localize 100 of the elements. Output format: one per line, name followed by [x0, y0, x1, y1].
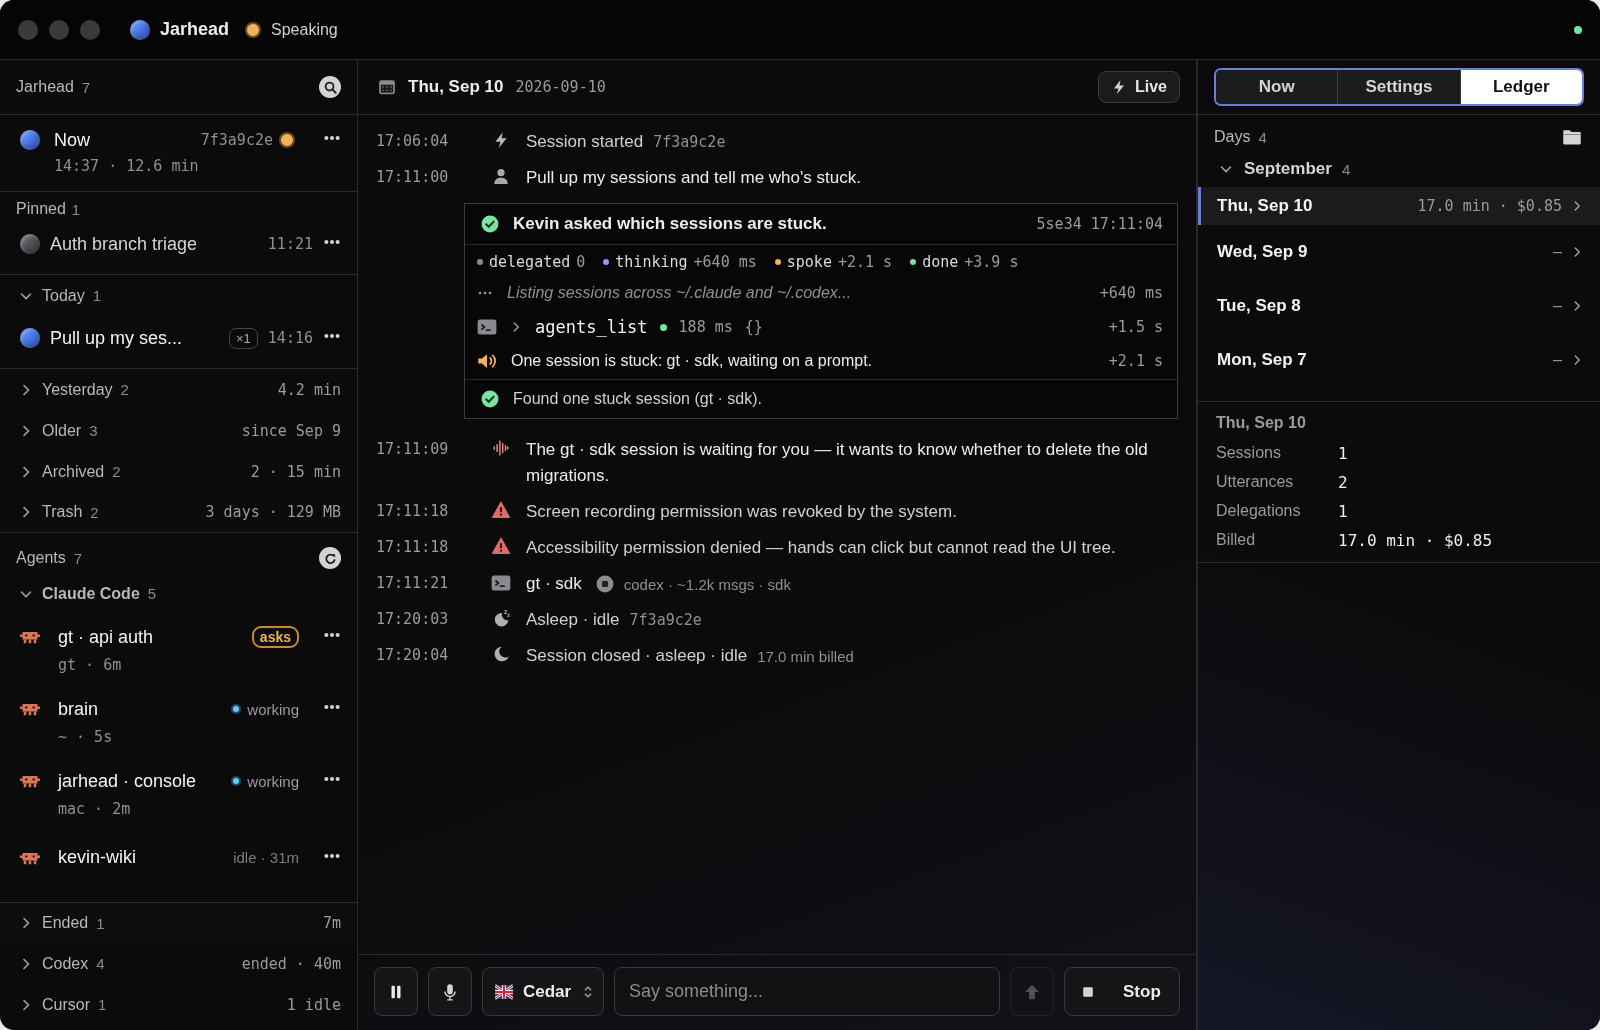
- event-detail: 7f3a9c2e: [629, 611, 702, 629]
- current-session[interactable]: Now 7f3a9c2e 14:37 · 12.6 min: [0, 115, 357, 192]
- group-label: Archived: [42, 462, 105, 481]
- status-label: Speaking: [271, 20, 338, 39]
- agent-meta: ~ · 5s: [58, 728, 114, 746]
- status-dot: [659, 323, 667, 331]
- event-time: 17:20:04: [376, 645, 450, 664]
- arrow-up-icon: [1023, 982, 1041, 1001]
- event-text: Screen recording permission was revoked by the system.: [526, 501, 957, 523]
- status-dot: [231, 704, 242, 714]
- event-time: 17:20:03: [376, 609, 450, 628]
- event-time: 17:11:18: [376, 501, 450, 520]
- waveform-icon: [492, 439, 510, 457]
- agent-name: jarhead · console: [58, 770, 198, 792]
- step-delta: +1.5 s: [1108, 318, 1163, 336]
- day-item[interactable]: Thu, Sep 10 17.0 min · $0.85: [1198, 187, 1600, 225]
- count: 7: [73, 549, 83, 567]
- count: 1: [92, 287, 102, 304]
- section-label: Pinned: [16, 200, 66, 218]
- live-button[interactable]: Live: [1098, 71, 1180, 103]
- refresh-button[interactable]: [319, 547, 341, 569]
- stage-value: +2.1 s: [837, 253, 893, 271]
- group-summary: 1 idle: [286, 995, 341, 1014]
- status-label: working: [247, 700, 299, 718]
- agent-item[interactable]: jarhead · console working mac · 2m: [0, 758, 357, 830]
- group-label: Yesterday: [42, 380, 113, 399]
- event-detail: codex · ~1.2k msgs · sdk: [623, 575, 791, 593]
- day-item[interactable]: Wed, Sep 9 –: [1198, 225, 1600, 279]
- stat-label: Billed: [1216, 531, 1257, 550]
- group-label: Ended: [42, 914, 89, 932]
- agent-item[interactable]: gt · api auth asks gt · 6m: [0, 614, 357, 686]
- agent-item[interactable]: kevin-wiki idle · 31m: [0, 830, 357, 902]
- message-input[interactable]: Say something...: [614, 967, 1000, 1016]
- microphone-button[interactable]: [428, 967, 472, 1016]
- count: 3: [89, 422, 98, 439]
- session-item[interactable]: Pull up my ses... ×1 14:16: [0, 316, 357, 360]
- tool-duration: 188 ms: [678, 318, 733, 336]
- stage-label: done: [922, 253, 959, 271]
- stage-label: spoke: [786, 253, 832, 271]
- stage-label: thinking: [615, 253, 688, 271]
- count: 5: [147, 585, 157, 602]
- pause-button[interactable]: [374, 967, 418, 1016]
- stat-value: 1: [1338, 444, 1349, 463]
- agent-name: kevin-wiki: [58, 847, 137, 868]
- search-button[interactable]: [319, 76, 341, 98]
- card-title: Kevin asked which sessions are stuck.: [513, 214, 827, 234]
- group-summary: 2 · 15 min: [250, 462, 341, 481]
- stage-value: +3.9 s: [964, 253, 1019, 271]
- warning-icon: [492, 501, 510, 519]
- app-title: Jarhead: [160, 19, 230, 40]
- stat-label: Utterances: [1216, 473, 1295, 492]
- count: 2: [90, 503, 99, 521]
- voice-select[interactable]: Cedar: [482, 967, 604, 1016]
- agent-meta: gt · 6m: [58, 656, 123, 674]
- count: 7: [81, 78, 91, 96]
- day-summary: –: [1552, 297, 1562, 315]
- tool-args: {}: [744, 318, 763, 336]
- event-text: gt · sdk: [526, 573, 582, 595]
- day-summary: –: [1552, 351, 1562, 369]
- speech-text: One session is stuck: gt · sdk, waiting on a prompt.: [511, 352, 873, 370]
- folder-icon[interactable]: [1562, 127, 1582, 147]
- group-label: Today: [42, 286, 85, 305]
- count-badge: ×1: [229, 327, 258, 349]
- stat-label: Sessions: [1216, 444, 1282, 463]
- day-label: Thu, Sep 10: [1217, 196, 1313, 216]
- status-label: working: [247, 772, 299, 790]
- day-item[interactable]: Mon, Sep 7 –: [1198, 333, 1600, 387]
- day-item[interactable]: Tue, Sep 8 –: [1198, 279, 1600, 333]
- tab[interactable]: Ledger: [1460, 70, 1582, 104]
- stop-button[interactable]: Stop: [1064, 967, 1180, 1016]
- event-time: 17:11:00: [376, 167, 450, 186]
- count: 2: [120, 381, 129, 398]
- event-detail: 17.0 min billed: [757, 647, 854, 665]
- count: 4: [1258, 128, 1267, 146]
- moon-icon: [492, 609, 510, 627]
- event-text: Asleep · idle: [526, 609, 620, 631]
- count: 1: [96, 914, 105, 932]
- tab[interactable]: Now: [1216, 70, 1339, 104]
- date-iso: 2026-09-10: [515, 78, 606, 96]
- session-title: Auth branch triage: [50, 233, 199, 255]
- session-hash: 7f3a9c2e: [200, 131, 273, 149]
- tab[interactable]: Settings: [1338, 70, 1461, 104]
- sidebar-title: Jarhead: [16, 78, 74, 96]
- session-title: Now: [54, 129, 91, 151]
- session-item[interactable]: Auth branch triage 11:21: [0, 222, 357, 266]
- detail-title: Thu, Sep 10: [1216, 414, 1307, 432]
- session-time: 14:16: [267, 329, 313, 347]
- result-text: Found one stuck session (gt · sdk).: [513, 390, 762, 408]
- event-detail: 7f3a9c2e: [653, 133, 726, 151]
- event-text: The gt · sdk session is waiting for you — it wants to know whether to delete the old migrations.: [526, 439, 1149, 487]
- moon-icon: [492, 645, 510, 663]
- group-summary: 7m: [322, 914, 341, 932]
- agent-item[interactable]: brain working ~ · 5s: [0, 686, 357, 758]
- group-summary: 3 days · 129 MB: [205, 503, 341, 521]
- session-meta: 14:37 · 12.6 min: [54, 157, 200, 175]
- group-label: Codex: [42, 954, 89, 973]
- stat-label: Delegations: [1216, 502, 1302, 521]
- count: 1: [98, 996, 107, 1013]
- stat-value: 1: [1338, 502, 1349, 521]
- agent-name: brain: [58, 698, 100, 720]
